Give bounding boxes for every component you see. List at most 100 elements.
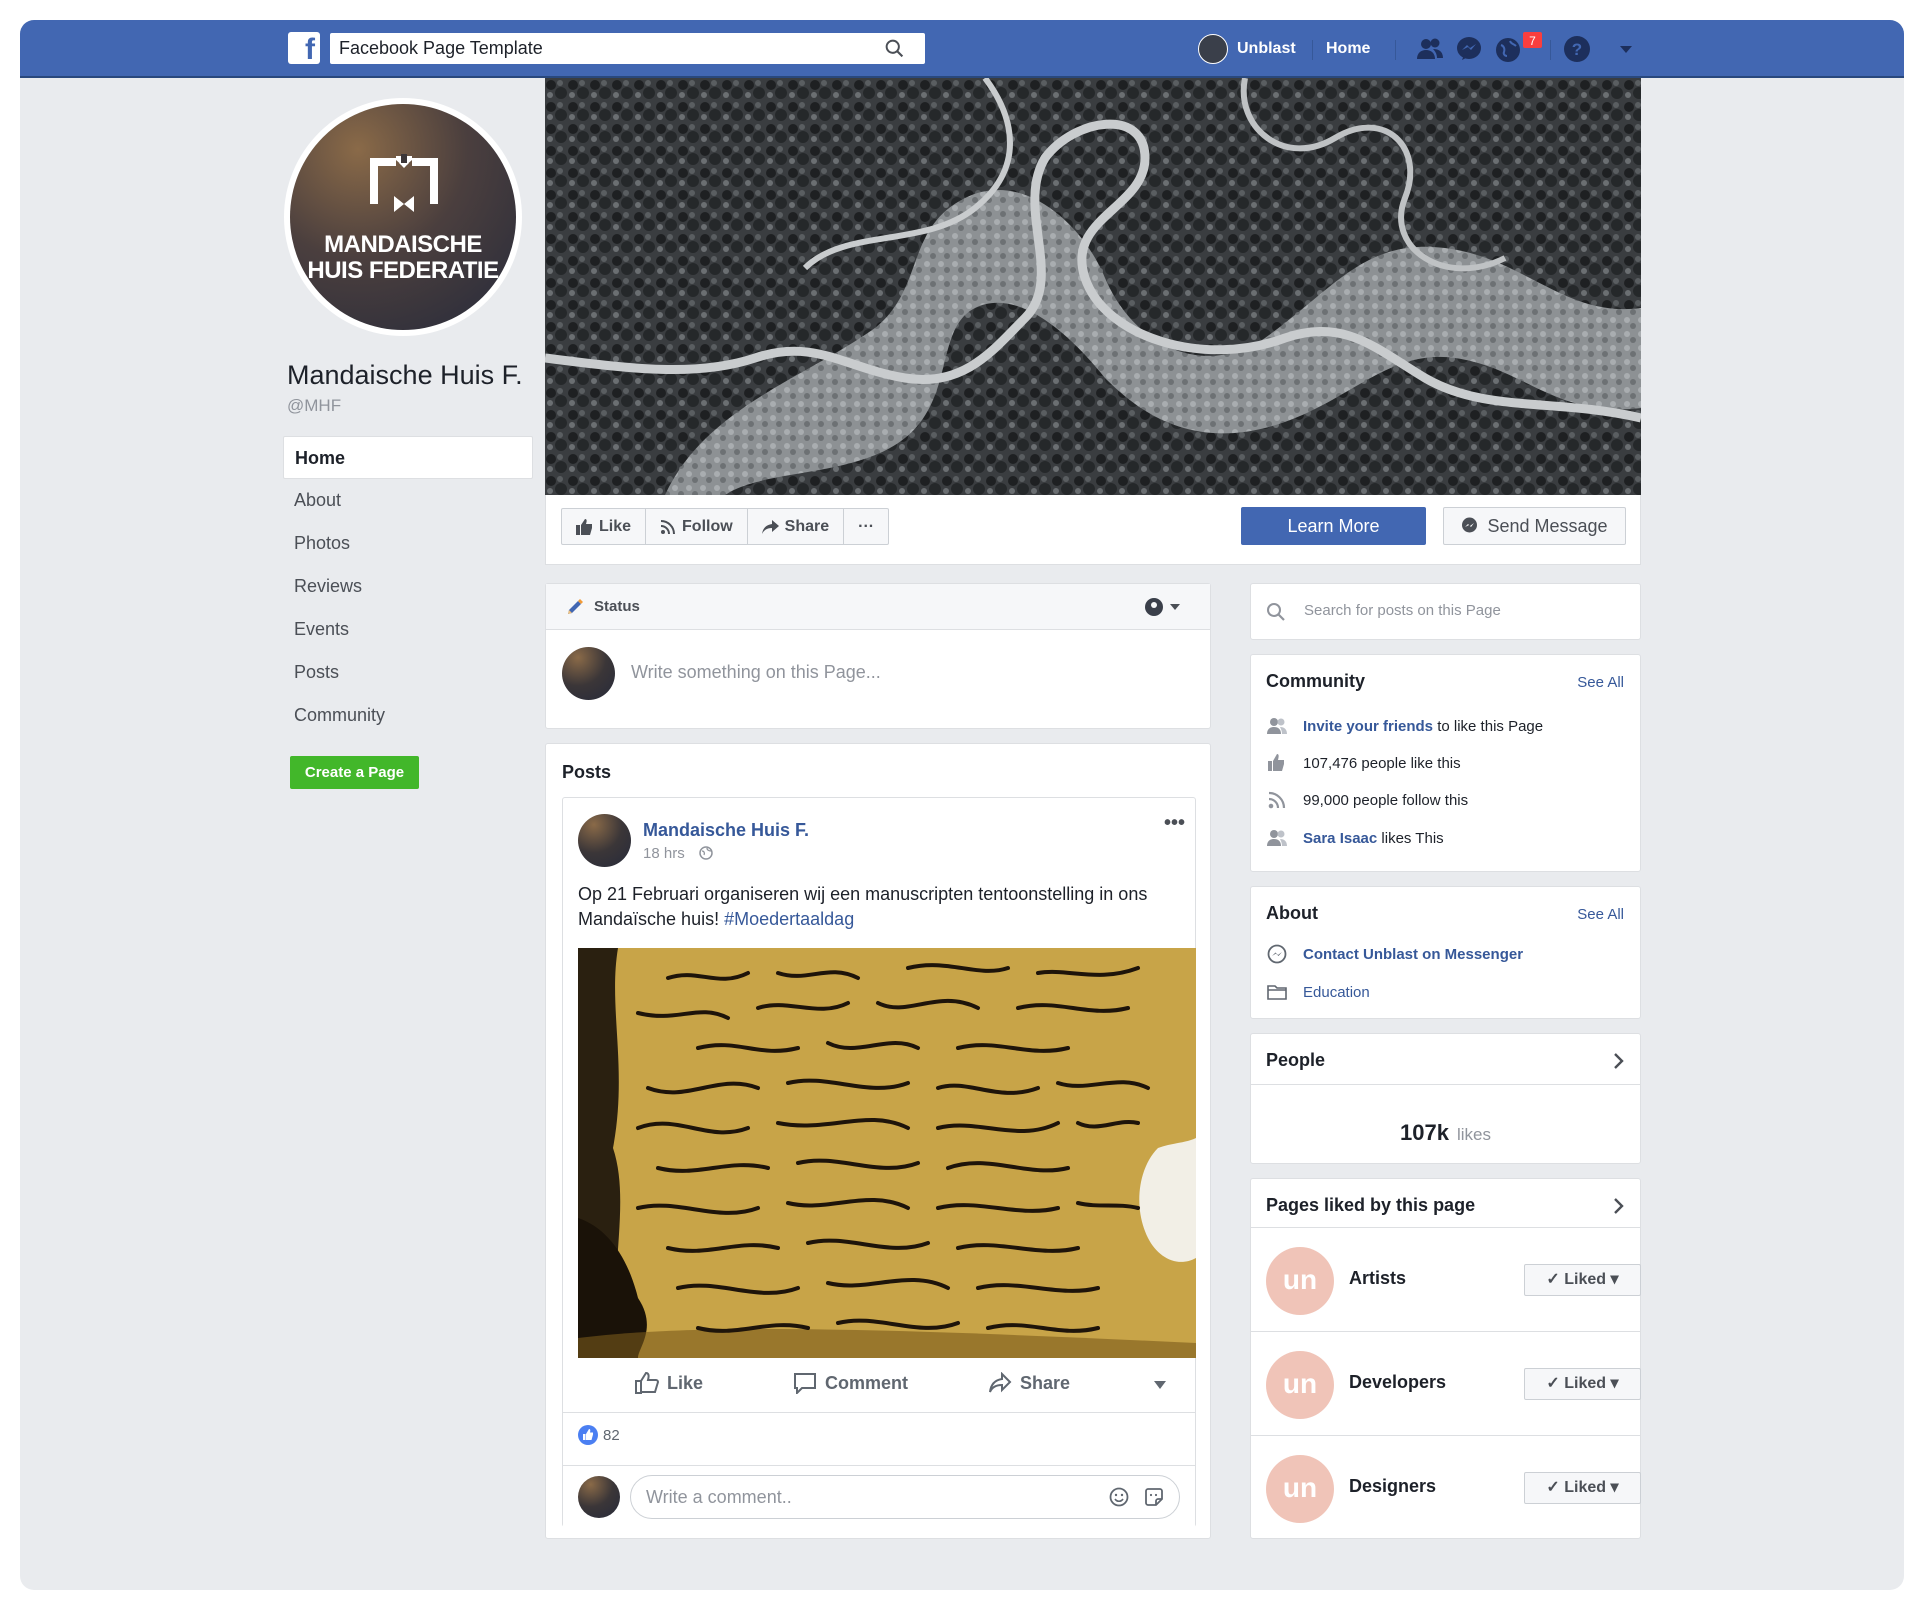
post-share-button[interactable]: Share	[988, 1372, 1070, 1394]
friend-requests-icon[interactable]	[1414, 33, 1446, 65]
sticker-icon[interactable]	[1144, 1487, 1164, 1507]
liked-button-label: Liked	[1564, 1271, 1607, 1288]
invite-friends-link[interactable]: Invite your friends	[1303, 718, 1433, 735]
like-page-button[interactable]: Like	[562, 509, 647, 544]
people-title[interactable]: People	[1266, 1050, 1325, 1071]
search-input-value: Facebook Page Template	[339, 38, 543, 58]
post-comment-button[interactable]: Comment	[793, 1372, 908, 1394]
unblast-logo[interactable]: un	[1266, 1247, 1334, 1315]
post-author-name[interactable]: Mandaische Huis F.	[643, 820, 809, 841]
about-see-all-link[interactable]: See All	[1577, 906, 1624, 923]
page-username[interactable]: @MHF	[287, 396, 341, 416]
share-page-button[interactable]: Share	[748, 509, 845, 544]
pages-liked-widget: Pages liked by this page un Artists ✓ Li…	[1250, 1178, 1641, 1539]
divider	[1395, 40, 1396, 60]
share-outline-icon	[989, 1372, 1012, 1393]
friends-icon	[1267, 718, 1287, 734]
liked-page-name[interactable]: Designers	[1349, 1476, 1436, 1497]
pencil-icon	[568, 599, 583, 614]
search-input[interactable]: Facebook Page Template	[330, 33, 925, 64]
learn-more-button[interactable]: Learn More	[1241, 507, 1426, 545]
liked-button[interactable]: ✓ Liked ▾	[1524, 1472, 1641, 1504]
divider	[1312, 40, 1313, 60]
liked-button-label: Liked	[1564, 1375, 1607, 1392]
like-label: Like	[599, 518, 632, 535]
like-reaction-icon	[578, 1425, 598, 1445]
posts-heading: Posts	[562, 762, 612, 782]
browser-frame: f Facebook Page Template Unblast Home 7 …	[20, 20, 1904, 1590]
status-composer: Status Write something on this Page...	[545, 583, 1211, 729]
user-avatar[interactable]	[1198, 34, 1228, 64]
nav-item-posts[interactable]: Posts	[283, 651, 533, 694]
messenger-icon	[1462, 517, 1478, 533]
nav-item-community[interactable]: Community	[283, 694, 533, 737]
post-options-icon[interactable]: •••	[1164, 812, 1185, 835]
likes-unit: likes	[1456, 1125, 1491, 1144]
liked-page-name[interactable]: Artists	[1349, 1268, 1406, 1289]
notifications-globe-icon[interactable]	[1492, 33, 1524, 65]
commenter-avatar	[578, 1476, 620, 1518]
post-action-bar: Like Comment Share	[563, 1358, 1195, 1413]
pages-liked-title[interactable]: Pages liked by this page	[1266, 1195, 1475, 1216]
page-post-search[interactable]: Search for posts on this Page	[1250, 583, 1641, 640]
messenger-contact-link[interactable]: Contact Unblast on Messenger	[1303, 946, 1523, 963]
thumbs-up-icon	[1268, 754, 1284, 771]
chevron-right-icon[interactable]	[1613, 1197, 1625, 1215]
post-image-manuscript[interactable]	[578, 948, 1196, 1358]
help-icon[interactable]: ?	[1561, 33, 1593, 65]
notification-badge: 7	[1522, 31, 1543, 49]
category-link[interactable]: Education	[1303, 984, 1370, 1001]
chevron-right-icon[interactable]	[1613, 1052, 1625, 1070]
unblast-logo[interactable]: un	[1266, 1351, 1334, 1419]
liked-page-item: un Developers ✓ Liked ▾	[1251, 1331, 1641, 1435]
profile-link[interactable]: Unblast	[1237, 33, 1296, 65]
create-page-button[interactable]: Create a Page	[290, 756, 419, 789]
post-timestamp[interactable]: 18 hrs	[643, 845, 713, 862]
follow-count-text: 99,000 people follow this	[1303, 791, 1469, 809]
nav-item-about[interactable]: About	[283, 479, 533, 522]
more-options-button[interactable]: ···	[844, 509, 888, 544]
home-link[interactable]: Home	[1326, 33, 1370, 65]
facebook-logo-icon[interactable]: f	[288, 32, 320, 66]
page-title: Mandaische Huis F.	[287, 360, 523, 390]
community-see-all-link[interactable]: See All	[1577, 674, 1624, 691]
post-body: Op 21 Februari organiseren wij een manus…	[578, 884, 1148, 929]
unblast-logo[interactable]: un	[1266, 1455, 1334, 1523]
post-hashtag[interactable]: #Moedertaaldag	[724, 909, 854, 929]
nav-item-home[interactable]: Home	[283, 436, 533, 479]
friend-likes-text: likes This	[1381, 829, 1444, 847]
invite-friends-row: Invite your friends to like this Page	[1266, 716, 1543, 736]
post-as-selector-icon[interactable]	[1144, 597, 1184, 617]
logo-text-line2: HUIS FEDERATIE	[307, 257, 499, 284]
status-tab[interactable]: Status	[546, 584, 1210, 630]
post-author-avatar[interactable]	[578, 814, 631, 867]
liked-button[interactable]: ✓ Liked ▾	[1524, 1264, 1641, 1296]
community-title: Community	[1266, 671, 1365, 691]
liked-button[interactable]: ✓ Liked ▾	[1524, 1368, 1641, 1400]
status-input[interactable]: Write something on this Page...	[631, 662, 881, 683]
liked-page-name[interactable]: Developers	[1349, 1372, 1446, 1393]
nav-item-reviews[interactable]: Reviews	[283, 565, 533, 608]
follow-button[interactable]: Follow	[646, 509, 748, 544]
account-menu-caret-icon[interactable]	[1610, 33, 1642, 65]
messenger-icon[interactable]	[1453, 33, 1485, 65]
comment-input[interactable]: Write a comment..	[630, 1475, 1180, 1519]
post-time-text: 18 hrs	[643, 845, 685, 862]
post-like-button[interactable]: Like	[635, 1372, 703, 1394]
emoji-icon[interactable]	[1109, 1487, 1129, 1507]
audience-caret-icon[interactable]	[1153, 1380, 1167, 1390]
cover-photo[interactable]	[545, 78, 1641, 495]
friend-name-link[interactable]: Sara Isaac	[1303, 830, 1377, 847]
search-icon[interactable]	[884, 38, 905, 59]
reaction-summary[interactable]: 82	[578, 1425, 620, 1445]
nav-item-events[interactable]: Events	[283, 608, 533, 651]
about-title: About	[1266, 903, 1318, 923]
send-message-button[interactable]: Send Message	[1443, 507, 1626, 545]
people-likes-count: 107k likes	[1251, 1120, 1640, 1146]
reaction-count: 82	[603, 1426, 620, 1444]
profile-picture[interactable]: MANDAISCHE HUIS FEDERATIE	[284, 98, 522, 336]
messenger-icon	[1267, 944, 1287, 964]
share-arrow-icon	[761, 519, 779, 534]
community-widget: Community See All Invite your friends to…	[1250, 654, 1641, 872]
nav-item-photos[interactable]: Photos	[283, 522, 533, 565]
